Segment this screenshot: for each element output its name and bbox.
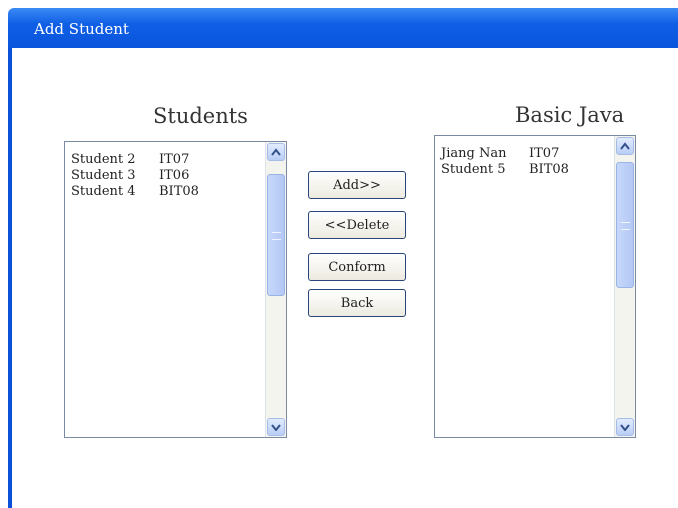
students-heading: Students (153, 104, 248, 128)
conform-button[interactable]: Conform (308, 253, 406, 281)
student-name: Jiang Nan (441, 146, 507, 161)
window-title: Add Student (34, 20, 129, 38)
basic-java-list[interactable]: Jiang Nan IT07 Student 5 BIT08 (434, 135, 636, 438)
student-class: BIT08 (529, 162, 569, 177)
list-item[interactable]: Student 3 IT06 (71, 168, 199, 184)
scroll-thumb[interactable] (267, 174, 285, 296)
scroll-down-button[interactable] (616, 418, 634, 436)
scroll-down-button[interactable] (267, 418, 285, 436)
student-name: Student 5 (441, 162, 506, 177)
chevron-up-icon (271, 148, 281, 156)
scroll-up-button[interactable] (616, 137, 634, 155)
delete-button[interactable]: <<Delete (308, 211, 406, 239)
student-name: Student 4 (71, 184, 136, 199)
chevron-down-icon (271, 424, 281, 431)
list-item[interactable]: Student 2 IT07 (71, 152, 199, 168)
basic-java-list-rows: Jiang Nan IT07 Student 5 BIT08 (441, 146, 569, 178)
student-class: IT07 (159, 152, 190, 167)
list-item[interactable]: Jiang Nan IT07 (441, 146, 569, 162)
students-list-scrollbar[interactable] (265, 142, 286, 437)
basic-java-heading: Basic Java (515, 103, 625, 127)
back-button[interactable]: Back (308, 289, 406, 317)
grip-icon (272, 232, 281, 240)
add-button[interactable]: Add>> (308, 171, 406, 199)
student-class: IT07 (529, 146, 560, 161)
title-bar[interactable]: Add Student (8, 8, 678, 48)
chevron-up-icon (620, 142, 630, 150)
students-list-rows: Student 2 IT07 Student 3 IT06 Student 4 BIT08 (71, 152, 199, 200)
basic-java-list-scrollbar[interactable] (614, 136, 635, 437)
scroll-up-button[interactable] (267, 143, 285, 161)
list-item[interactable]: Student 5 BIT08 (441, 162, 569, 178)
student-name: Student 3 (71, 168, 136, 183)
list-item[interactable]: Student 4 BIT08 (71, 184, 199, 200)
window-content: Students Student 2 IT07 Student 3 IT06 Stude… (12, 48, 678, 508)
add-student-window: Add Student Students Student 2 IT07 Studen… (8, 8, 678, 508)
student-class: IT06 (159, 168, 190, 183)
scroll-thumb[interactable] (616, 162, 634, 288)
students-list[interactable]: Student 2 IT07 Student 3 IT06 Student 4 BIT08 (64, 141, 287, 438)
student-class: BIT08 (159, 184, 199, 199)
student-name: Student 2 (71, 152, 136, 167)
chevron-down-icon (620, 424, 630, 431)
grip-icon (621, 222, 630, 230)
